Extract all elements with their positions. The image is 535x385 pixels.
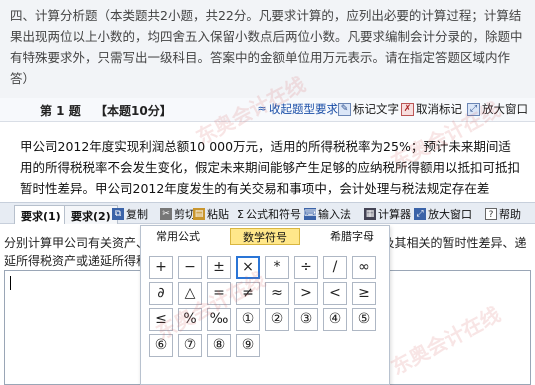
answer-enlarge-label: 放大窗口 <box>428 208 472 221</box>
text-caret <box>10 276 11 290</box>
symbol-button[interactable]: = <box>207 282 231 305</box>
symbol-button[interactable]: △ <box>178 282 202 305</box>
double-chevron-up-icon: ≈ <box>257 101 267 115</box>
cut-button[interactable]: ✂ 剪切 <box>160 206 196 222</box>
question-score: 【本题10分】 <box>95 104 172 118</box>
symbol-button[interactable]: ⑦ <box>178 334 202 357</box>
tab-requirement-2[interactable]: 要求(2) <box>64 205 118 224</box>
copy-button[interactable]: ⧉ 复制 <box>112 206 148 222</box>
symbol-button[interactable]: % <box>178 308 202 331</box>
symbol-button[interactable]: ⑨ <box>236 334 260 357</box>
section-instructions: 四、计算分析题（本类题共2小题，共22分。凡要求计算的，应列出必要的计算过程；计… <box>0 0 535 98</box>
sigma-icon: Σ <box>237 207 244 221</box>
symbol-button[interactable]: ≤ <box>149 308 173 331</box>
help-icon: ? <box>485 208 497 220</box>
unmark-button[interactable]: ✗ 取消标记 <box>401 101 462 117</box>
mark-text-label: 标记文字 <box>353 102 399 116</box>
unmark-icon: ✗ <box>401 102 414 116</box>
enlarge-window-button[interactable]: ⤢ 放大窗口 <box>467 101 528 117</box>
symbol-button[interactable]: ④ <box>323 308 347 331</box>
calculator-label: 计算器 <box>378 208 411 221</box>
symbol-button[interactable]: ∂ <box>149 282 173 305</box>
formula-button[interactable]: Σ 公式和符号 <box>237 206 301 222</box>
symbol-picker-panel: 常用公式 数学符号 希腊字母 + − ± × * ÷ / ∞ ∂ △ = ≠ ≈ > < ≥ ≤% ‰ ① ② ③ ④ ⑤ ⑥… <box>140 225 390 385</box>
clipboard-icon: ▤ <box>193 208 205 220</box>
copy-label: 复制 <box>126 208 148 221</box>
collapse-requirements-label: 收起题型要求 <box>269 102 338 116</box>
symbol-tabs: 常用公式 数学符号 希腊字母 <box>141 226 389 246</box>
symbol-button[interactable]: ⑧ <box>207 334 231 357</box>
symbol-button[interactable]: ≠ <box>236 282 260 305</box>
tab-greek-letters[interactable]: 希腊字母 <box>317 228 387 245</box>
enlarge-window-icon: ⤢ <box>414 208 426 220</box>
help-button[interactable]: ? 帮助 <box>485 206 521 222</box>
symbol-button[interactable]: ≈ <box>265 282 289 305</box>
symbol-button[interactable]: / <box>323 256 347 279</box>
keyboard-icon: ⌨ <box>304 208 317 220</box>
question-number: 第 1 题 <box>40 104 81 118</box>
question-body: 甲公司2012年度实现利润总额10 000万元，适用的所得税税率为25%；预计未… <box>0 122 535 202</box>
symbol-button[interactable]: + <box>149 256 173 279</box>
symbol-button[interactable]: ∞ <box>352 256 376 279</box>
input-method-label: 输入法 <box>318 208 351 221</box>
symbol-button[interactable]: ÷ <box>294 256 318 279</box>
symbol-button[interactable]: ③ <box>294 308 318 331</box>
symbol-button[interactable]: ± <box>207 256 231 279</box>
symbol-button[interactable]: − <box>178 256 202 279</box>
question-header-bar: 第 1 题 【本题10分】 ≈ 收起题型要求 ✎ 标记文字 ✗ 取消标记 ⤢ 放… <box>0 98 535 122</box>
scissors-icon: ✂ <box>160 208 172 220</box>
symbol-button[interactable]: ⑥ <box>149 334 173 357</box>
input-method-button[interactable]: ⌨ 输入法 <box>304 206 351 222</box>
paste-label: 粘贴 <box>207 208 229 221</box>
tab-math-symbols[interactable]: 数学符号 <box>230 228 300 245</box>
symbol-button[interactable]: ≥ <box>352 282 376 305</box>
tab-requirement-1[interactable]: 要求(1) <box>14 205 68 224</box>
paste-button[interactable]: ▤ 粘贴 <box>193 206 229 222</box>
tab-common-formulas[interactable]: 常用公式 <box>143 228 213 245</box>
enlarge-window-label: 放大窗口 <box>482 102 528 116</box>
enlarge-icon: ⤢ <box>467 102 480 116</box>
collapse-requirements-button[interactable]: ≈ 收起题型要求 <box>257 101 338 117</box>
unmark-label: 取消标记 <box>416 102 462 116</box>
symbol-button[interactable]: ‰ <box>207 308 231 331</box>
symbol-button[interactable]: > <box>294 282 318 305</box>
calculator-button[interactable]: ▦ 计算器 <box>364 206 411 222</box>
symbol-button[interactable]: × <box>236 256 260 279</box>
answer-enlarge-button[interactable]: ⤢ 放大窗口 <box>414 206 472 222</box>
copy-icon: ⧉ <box>112 208 124 220</box>
formula-label: 公式和符号 <box>245 208 301 221</box>
symbol-button[interactable]: < <box>323 282 347 305</box>
symbol-button[interactable]: ② <box>265 308 289 331</box>
help-label: 帮助 <box>499 208 521 221</box>
calculator-icon: ▦ <box>364 208 376 220</box>
mark-icon: ✎ <box>338 102 351 116</box>
symbol-button[interactable]: ⑤ <box>352 308 376 331</box>
symbol-button[interactable]: ① <box>236 308 260 331</box>
symbol-button[interactable]: * <box>265 256 289 279</box>
answer-toolbar: 要求(1) 要求(2) ⧉ 复制 ✂ 剪切 ▤ 粘贴 Σ 公式和符号 ⌨ 输入法… <box>0 202 535 224</box>
mark-text-button[interactable]: ✎ 标记文字 <box>338 101 399 117</box>
